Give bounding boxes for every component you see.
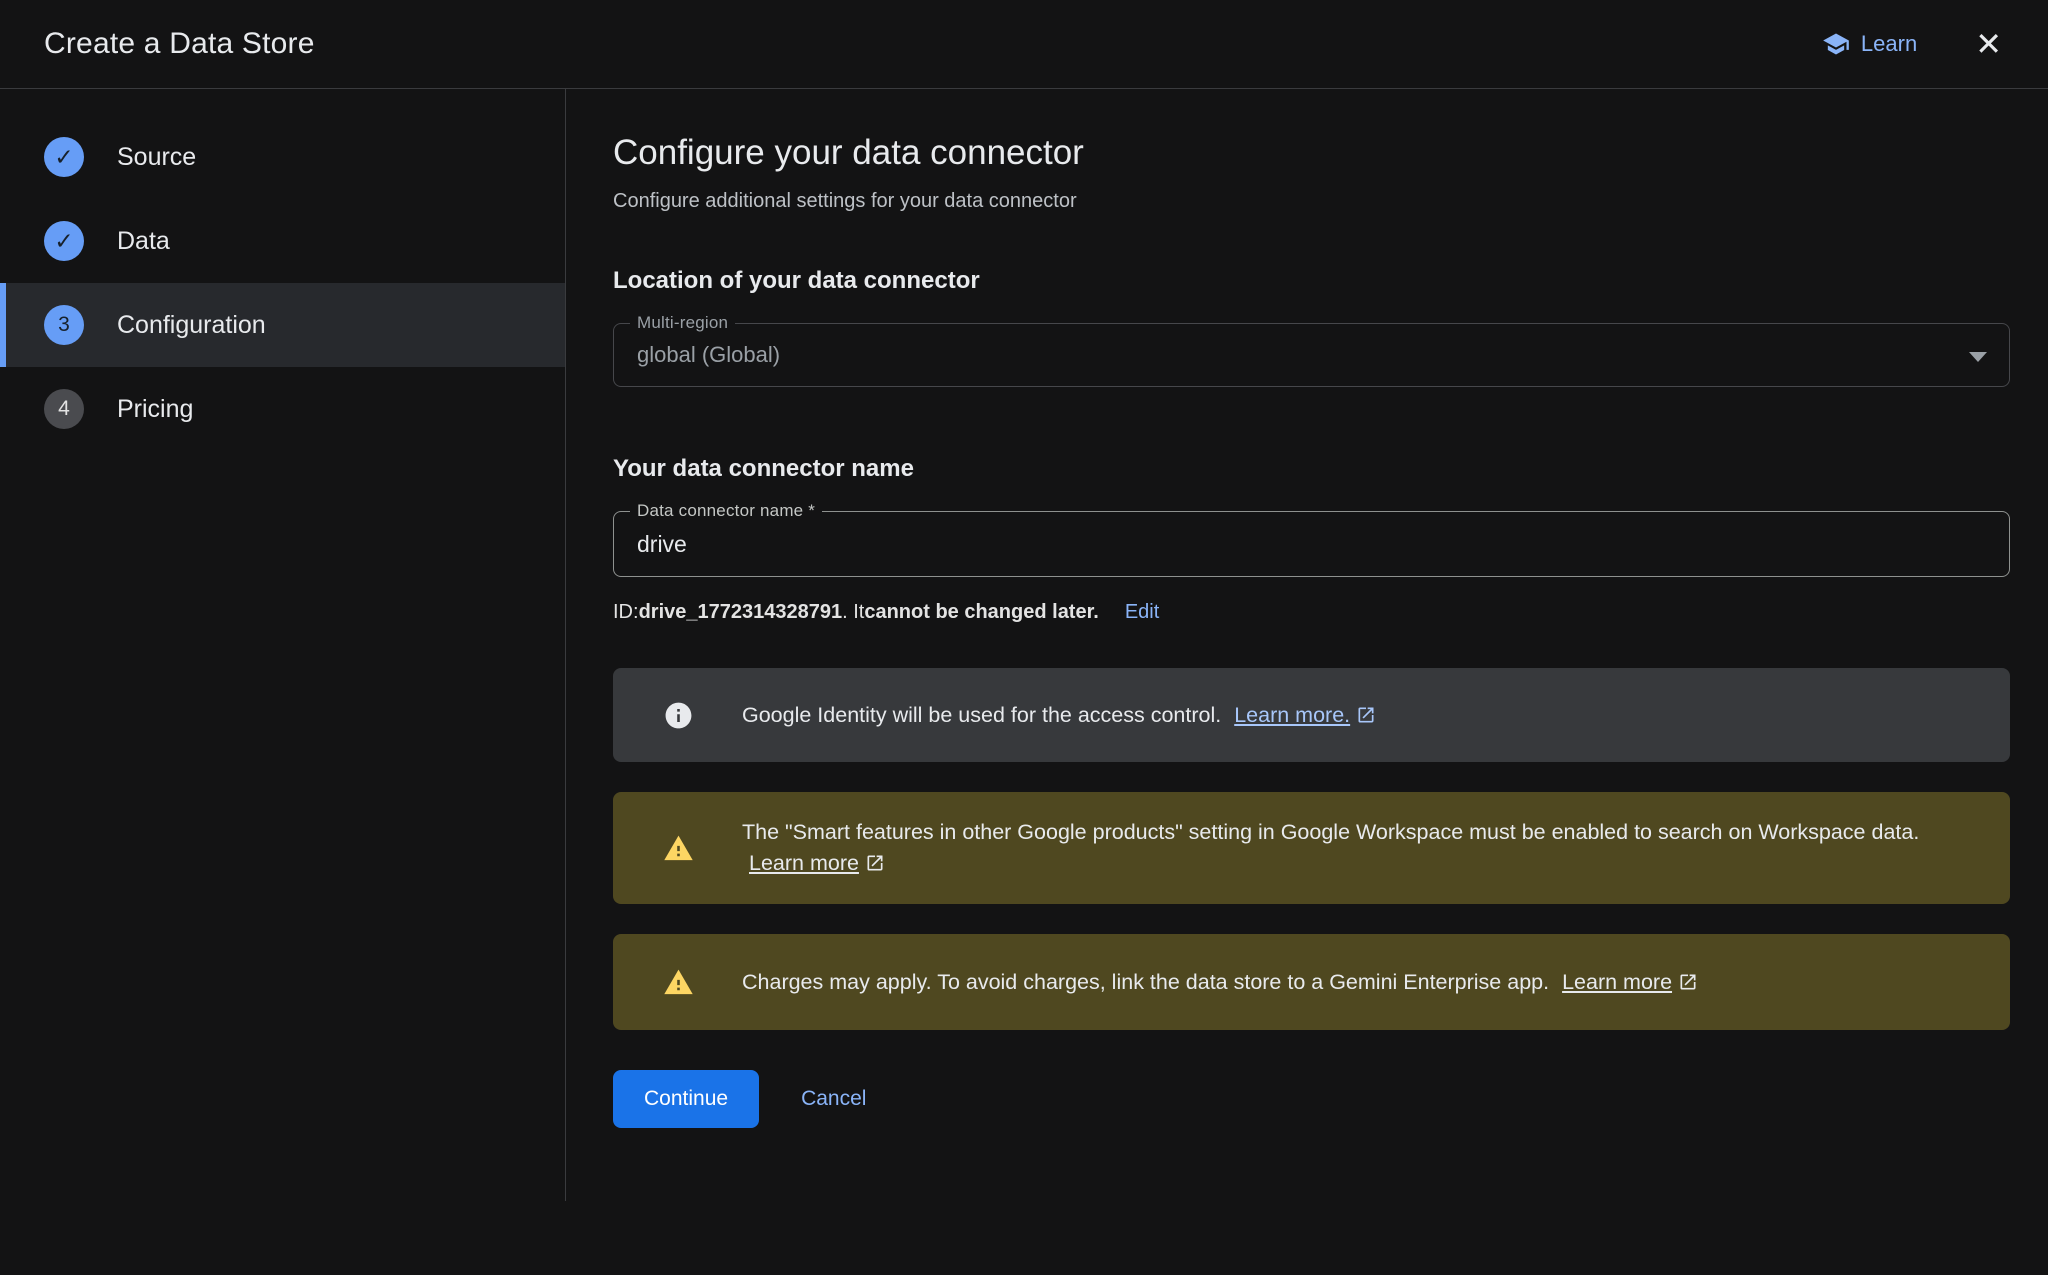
name-section: Your data connector name Data connector … <box>613 455 2010 624</box>
charges-warning-text: Charges may apply. To avoid charges, lin… <box>742 967 1698 998</box>
link-label: Learn more <box>1562 970 1672 994</box>
learn-label: Learn <box>1861 31 1917 57</box>
info-banner-text: Google Identity will be used for the acc… <box>742 700 1376 731</box>
page-title: Configure your data connector <box>613 133 2010 173</box>
dialog-header: Create a Data Store Learn ✕ <box>0 0 2048 89</box>
warning-text: The "Smart features in other Google prod… <box>742 820 1919 844</box>
connector-id-line: ID: drive_1772314328791 . It cannot be c… <box>613 601 2010 624</box>
step-label-configuration: Configuration <box>117 311 266 340</box>
edit-id-link[interactable]: Edit <box>1125 601 1159 624</box>
workspace-learn-more-link[interactable]: Learn more <box>749 851 885 875</box>
warning-icon <box>663 833 694 864</box>
stepper-step-data[interactable]: ✓ Data <box>0 199 565 283</box>
id-middle: . It <box>842 601 864 624</box>
data-connector-name-field: Data connector name * <box>613 511 2010 577</box>
charges-warning-banner: Charges may apply. To avoid charges, lin… <box>613 934 2010 1030</box>
location-section-title: Location of your data connector <box>613 267 2010 295</box>
multi-region-select[interactable]: Multi-region global (Global) <box>613 323 2010 387</box>
step-label-data: Data <box>117 227 170 256</box>
cancel-button[interactable]: Cancel <box>801 1087 866 1111</box>
workspace-warning-text: The "Smart features in other Google prod… <box>742 817 1974 879</box>
data-connector-name-input[interactable] <box>614 512 2009 576</box>
id-prefix: ID: <box>613 601 639 624</box>
multi-region-value: global (Global) <box>614 324 2009 386</box>
link-label: Learn more. <box>1234 703 1350 727</box>
stepper-sidebar: ✓ Source ✓ Data 3 Configuration 4 Pricin… <box>0 89 566 1201</box>
dialog-body: ✓ Source ✓ Data 3 Configuration 4 Pricin… <box>0 89 2048 1275</box>
id-value: drive_1772314328791 <box>639 601 843 624</box>
configuration-panel: Configure your data connector Configure … <box>566 89 2048 1188</box>
dialog-title: Create a Data Store <box>44 27 315 61</box>
info-text: Google Identity will be used for the acc… <box>742 703 1221 727</box>
action-buttons: Continue Cancel <box>613 1070 2010 1188</box>
stepper-step-pricing[interactable]: 4 Pricing <box>0 367 565 451</box>
link-label: Learn more <box>749 851 859 875</box>
stepper-step-configuration[interactable]: 3 Configuration <box>0 283 565 367</box>
chevron-down-icon <box>1969 352 1987 362</box>
info-icon <box>663 700 694 731</box>
charges-learn-more-link[interactable]: Learn more <box>1562 970 1698 994</box>
step-number-icon: 4 <box>44 389 84 429</box>
data-connector-name-label: Data connector name * <box>630 501 822 521</box>
step-complete-check-icon: ✓ <box>44 221 84 261</box>
header-actions: Learn ✕ <box>1822 28 2002 60</box>
step-number-icon: 3 <box>44 305 84 345</box>
create-data-store-dialog: Create a Data Store Learn ✕ ✓ Source ✓ D… <box>0 0 2048 1275</box>
info-learn-more-link[interactable]: Learn more. <box>1234 703 1376 727</box>
step-label-pricing: Pricing <box>117 395 193 424</box>
graduation-cap-icon <box>1822 30 1850 58</box>
warning-icon <box>663 967 694 998</box>
warning-text: Charges may apply. To avoid charges, lin… <box>742 970 1549 994</box>
id-note: cannot be changed later. <box>864 601 1099 624</box>
open-in-new-icon <box>1356 705 1376 725</box>
open-in-new-icon <box>865 853 885 873</box>
open-in-new-icon <box>1678 972 1698 992</box>
name-section-title: Your data connector name <box>613 455 2010 483</box>
step-complete-check-icon: ✓ <box>44 137 84 177</box>
page-subtitle: Configure additional settings for your d… <box>613 190 2010 213</box>
step-label-source: Source <box>117 143 196 172</box>
info-banner: Google Identity will be used for the acc… <box>613 668 2010 762</box>
multi-region-label: Multi-region <box>630 313 735 333</box>
learn-link[interactable]: Learn <box>1822 30 1917 58</box>
continue-button[interactable]: Continue <box>613 1070 759 1128</box>
close-icon[interactable]: ✕ <box>1975 28 2002 60</box>
stepper-step-source[interactable]: ✓ Source <box>0 115 565 199</box>
workspace-warning-banner: The "Smart features in other Google prod… <box>613 792 2010 904</box>
